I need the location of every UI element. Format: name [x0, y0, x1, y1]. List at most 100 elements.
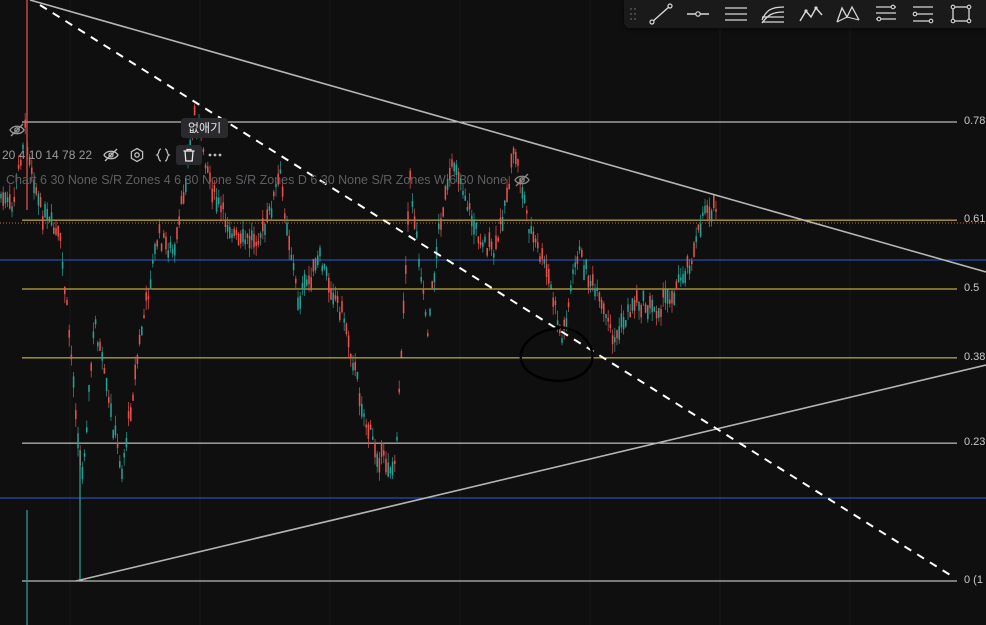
regression-channel-tool[interactable] — [755, 0, 793, 28]
candle-body — [163, 233, 165, 238]
candle-body — [251, 230, 253, 241]
series-legend: 20 4 10 14 78 22 — [0, 145, 228, 165]
candle-body — [697, 224, 700, 230]
rectangle-tool[interactable] — [942, 0, 980, 28]
drawings-layer[interactable] — [29, 0, 986, 582]
candle-body — [125, 437, 128, 448]
candle-body — [112, 430, 114, 439]
source-code-icon[interactable] — [150, 145, 176, 165]
candle-body — [130, 407, 132, 421]
drag-handle-icon[interactable] — [624, 0, 642, 28]
candle-body — [169, 242, 172, 249]
candle-body — [662, 289, 664, 298]
candle-body — [598, 292, 601, 302]
axis-label: 0.78 — [964, 115, 986, 127]
eye-off-icon[interactable] — [98, 145, 124, 165]
candle-body — [147, 296, 150, 300]
candle-body — [629, 311, 631, 318]
fib-retracement-levels[interactable] — [0, 121, 986, 582]
parallel-channel-tool[interactable] — [717, 0, 755, 28]
candle-body — [165, 236, 167, 250]
candle-body — [108, 397, 110, 403]
candle-body — [248, 235, 251, 249]
candle-body — [420, 276, 422, 282]
fib-retracement-tool[interactable] — [867, 0, 905, 28]
candle-body — [512, 147, 515, 155]
candle-body — [691, 260, 693, 264]
candle-body — [695, 236, 697, 243]
candle-body — [149, 279, 152, 290]
candle-body — [321, 265, 323, 272]
candle-body — [486, 248, 488, 256]
candle-body — [495, 235, 497, 250]
candle-body — [367, 424, 370, 439]
candle-body — [530, 226, 532, 234]
candle-body — [101, 352, 103, 361]
candle-body — [59, 232, 62, 241]
candle-body — [284, 213, 286, 219]
candle-body — [303, 273, 306, 288]
candle-body — [361, 403, 363, 417]
price-chart[interactable] — [0, 0, 986, 625]
candle-body — [532, 231, 535, 243]
candle-body — [468, 202, 471, 210]
xabcd-pattern-tool[interactable] — [830, 0, 868, 28]
zigzag-pattern-tool[interactable] — [792, 0, 830, 28]
horizontal-ray-tool[interactable] — [680, 0, 718, 28]
candle-body — [497, 237, 499, 242]
candle-body — [693, 242, 695, 257]
candle-body — [297, 297, 299, 310]
candle-body — [622, 317, 625, 330]
candle-body — [482, 242, 484, 247]
more-icon[interactable] — [202, 145, 228, 165]
candle-body — [570, 285, 572, 292]
candle-body — [270, 208, 273, 218]
candle-body — [453, 162, 455, 172]
candle-body — [83, 453, 86, 457]
eye-off-icon[interactable] — [8, 122, 26, 138]
fib-extension-icon — [912, 6, 934, 24]
candle-body — [680, 277, 682, 281]
candle-body — [75, 410, 77, 420]
candle-body — [418, 258, 420, 267]
candle-body — [543, 259, 546, 264]
candle-body — [295, 278, 297, 284]
candle-body — [625, 320, 627, 327]
candle-body — [64, 286, 66, 295]
axis-label: 0.5 — [964, 282, 980, 294]
candle-body — [391, 461, 394, 476]
candle-body — [356, 371, 359, 380]
axis-label: 0 (1 — [964, 574, 983, 586]
trash-icon[interactable] — [176, 145, 203, 165]
candle-body — [325, 267, 328, 276]
candle-body — [523, 194, 526, 203]
candle-body — [253, 233, 255, 248]
candle-body — [589, 280, 592, 287]
candle-body — [372, 436, 374, 440]
candle-body — [475, 222, 477, 229]
candle-body — [473, 220, 475, 235]
candle-body — [167, 250, 169, 258]
candle-body — [501, 216, 504, 231]
candle-body — [433, 273, 436, 283]
candle-body — [345, 323, 348, 334]
candle-body — [328, 277, 330, 293]
candle-body — [561, 338, 563, 343]
candle-body — [627, 304, 629, 312]
candle-body — [70, 354, 73, 360]
fib-extension-tool[interactable] — [905, 0, 943, 28]
candle-body — [477, 236, 480, 244]
eye-off-icon[interactable] — [513, 172, 531, 188]
candle-body — [609, 324, 612, 328]
chart-grid — [69, 0, 851, 625]
candle-body — [354, 362, 356, 371]
candle-body — [534, 238, 537, 243]
candle-body — [708, 206, 711, 221]
candle-body — [376, 453, 378, 467]
candle-body — [224, 219, 227, 227]
candle-body — [671, 291, 673, 304]
trend-line-tool[interactable] — [642, 0, 680, 28]
candle-body — [541, 248, 543, 260]
settings-icon[interactable] — [124, 145, 150, 165]
indicator-legend[interactable]: Chart 6 30 None S/R Zones 4 6 30 None S/… — [6, 172, 531, 188]
